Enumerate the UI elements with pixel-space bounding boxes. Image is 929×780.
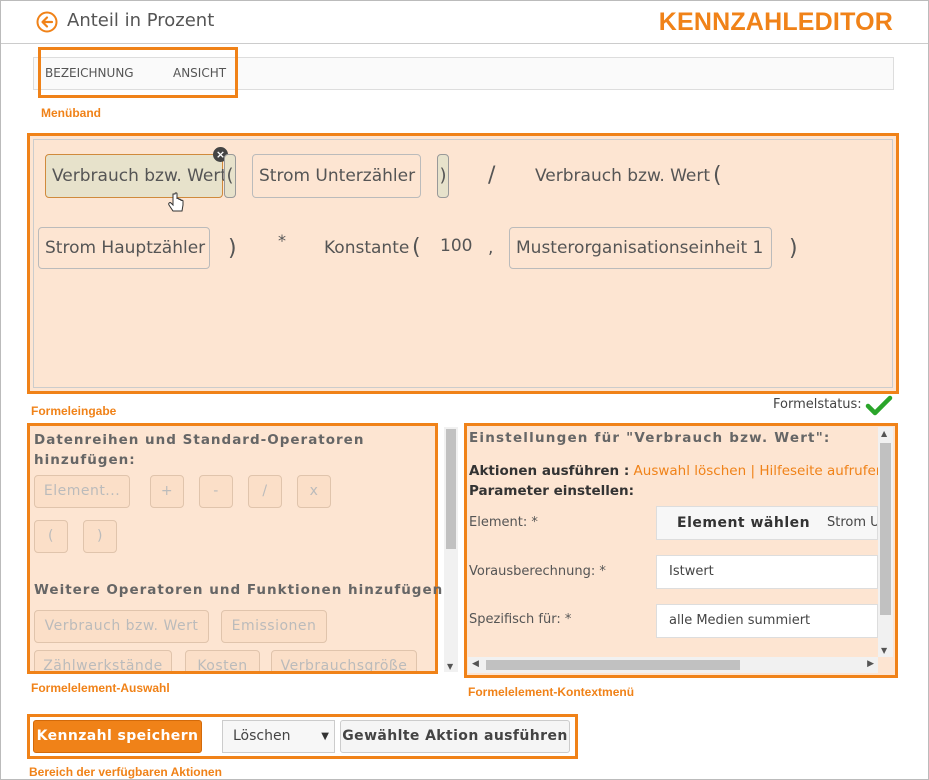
add-emissionen-button[interactable]: Emissionen [221, 610, 327, 643]
actions-caption: Bereich der verfügbaren Aktionen [29, 765, 222, 779]
add-divide-button[interactable]: / [248, 475, 282, 508]
clear-selection-link[interactable]: Auswahl löschen [634, 463, 747, 479]
selection-scrollbar[interactable]: ▼ [444, 427, 458, 672]
formula-token-verbrauch-2[interactable]: Verbrauch bzw. Wert [535, 166, 710, 186]
selection-row-clip: Zählwerkstände Kosten Verbrauchsgröße [30, 646, 435, 671]
menu-caption: Menüband [41, 106, 101, 120]
header: Anteil in Prozent KENNZAHLEDITOR [1, 0, 928, 44]
specific-select[interactable]: alle Medien summiert [656, 604, 878, 638]
formula-paren-open[interactable]: ( [224, 154, 236, 198]
add-plus-button[interactable]: + [150, 475, 184, 508]
add-verbrauchsgroesse-button[interactable]: Verbrauchsgröße [271, 650, 417, 671]
formula-token-konstante[interactable]: Konstante [324, 238, 409, 258]
formula-paren-open-2[interactable]: ( [713, 163, 722, 188]
brand-title: KENNZAHLEDITOR [658, 8, 893, 36]
element-label: Element: * [469, 515, 538, 530]
formula-operator-multiply[interactable]: * [278, 231, 286, 250]
execute-action-button[interactable]: Gewählte Aktion ausführen [340, 720, 570, 753]
context-scrollbar-h-thumb[interactable] [486, 660, 740, 670]
selection-scrollbar-thumb[interactable] [446, 429, 456, 549]
formula-operator-divide[interactable]: / [488, 163, 495, 188]
formula-token-100[interactable]: 100 [440, 236, 472, 256]
add-minus-button[interactable]: - [199, 475, 233, 508]
check-icon [865, 395, 893, 416]
formula-token-musterorganisationseinheit[interactable]: Musterorganisationseinheit 1 [509, 227, 772, 269]
context-scrollbar-thumb[interactable] [880, 443, 891, 615]
add-kosten-button[interactable]: Kosten [185, 650, 260, 671]
formula-caption: Formeleingabe [31, 404, 117, 418]
add-paren-close-button[interactable]: ) [83, 520, 117, 553]
formula-paren-close-3[interactable]: ) [789, 236, 798, 261]
back-arrow-icon[interactable] [36, 11, 58, 33]
element-field: Element wählen Strom U [656, 506, 878, 540]
scroll-up-icon[interactable]: ▲ [881, 429, 887, 438]
selection-caption: Formelelement-Auswahl [31, 681, 170, 695]
context-actions-row: Aktionen ausführen : Auswahl löschen | H… [469, 463, 884, 479]
formula-comma[interactable]: , [488, 238, 493, 258]
chevron-down-icon: ▼ [321, 731, 329, 742]
page-title: Anteil in Prozent [67, 10, 215, 31]
formula-status-label: Formelstatus: [773, 397, 862, 412]
add-zaehlwerkstaende-button[interactable]: Zählwerkstände [34, 650, 172, 671]
formula-token-strom-unterzaehler[interactable]: Strom Unterzähler [252, 154, 421, 198]
context-heading: Einstellungen für "Verbrauch bzw. Wert": [469, 430, 831, 446]
specific-label: Spezifisch für: * [469, 612, 572, 627]
context-scrollbar-v[interactable]: ▲ ▼ [878, 427, 893, 657]
hand-cursor-icon [168, 192, 184, 212]
forecast-label: Vorausberechnung: * [469, 564, 606, 579]
selection-heading-2: Weitere Operatoren und Funktionen hinzuf… [34, 582, 450, 598]
add-multiply-button[interactable]: x [297, 475, 331, 508]
scroll-down-icon-2[interactable]: ▼ [881, 646, 887, 655]
menu-highlight [38, 47, 238, 98]
formula-token-verbrauch-selected[interactable]: Verbrauch bzw. Wert [45, 154, 227, 198]
add-verbrauch-button[interactable]: Verbrauch bzw. Wert [34, 610, 209, 643]
selection-heading-1: Datenreihen und Standard-Operatoren hinz… [34, 432, 365, 468]
formula-paren-open-3[interactable]: ( [412, 235, 421, 260]
context-params-label: Parameter einstellen: [469, 483, 635, 499]
save-kpi-button[interactable]: Kennzahl speichern [33, 720, 202, 753]
context-actions-label: Aktionen ausführen : [469, 463, 630, 479]
action-select[interactable]: Löschen ▼ [222, 720, 335, 753]
formula-paren-close[interactable]: ) [437, 154, 449, 198]
add-element-button[interactable]: Element... [34, 475, 130, 508]
scroll-down-icon[interactable]: ▼ [447, 662, 453, 671]
action-select-value: Löschen [233, 728, 291, 744]
add-paren-open-button[interactable]: ( [34, 520, 68, 553]
formula-token-strom-hauptzaehler[interactable]: Strom Hauptzähler [38, 227, 210, 269]
formula-element-context-panel [464, 423, 898, 678]
context-caption: Formelelement-Kontextmenü [468, 685, 635, 699]
element-value: Strom U [827, 515, 878, 530]
formula-paren-close-2[interactable]: ) [228, 236, 237, 261]
forecast-select[interactable]: Istwert [656, 555, 878, 589]
select-element-button[interactable]: Element wählen [677, 507, 810, 539]
scroll-right-icon[interactable]: ▶ [867, 659, 874, 669]
context-scrollbar-h[interactable]: ◀ ▶ [468, 657, 878, 673]
scroll-left-icon[interactable]: ◀ [472, 659, 479, 669]
help-page-link[interactable]: Hilfeseite aufrufen [759, 463, 884, 479]
action-separator: | [750, 463, 756, 479]
